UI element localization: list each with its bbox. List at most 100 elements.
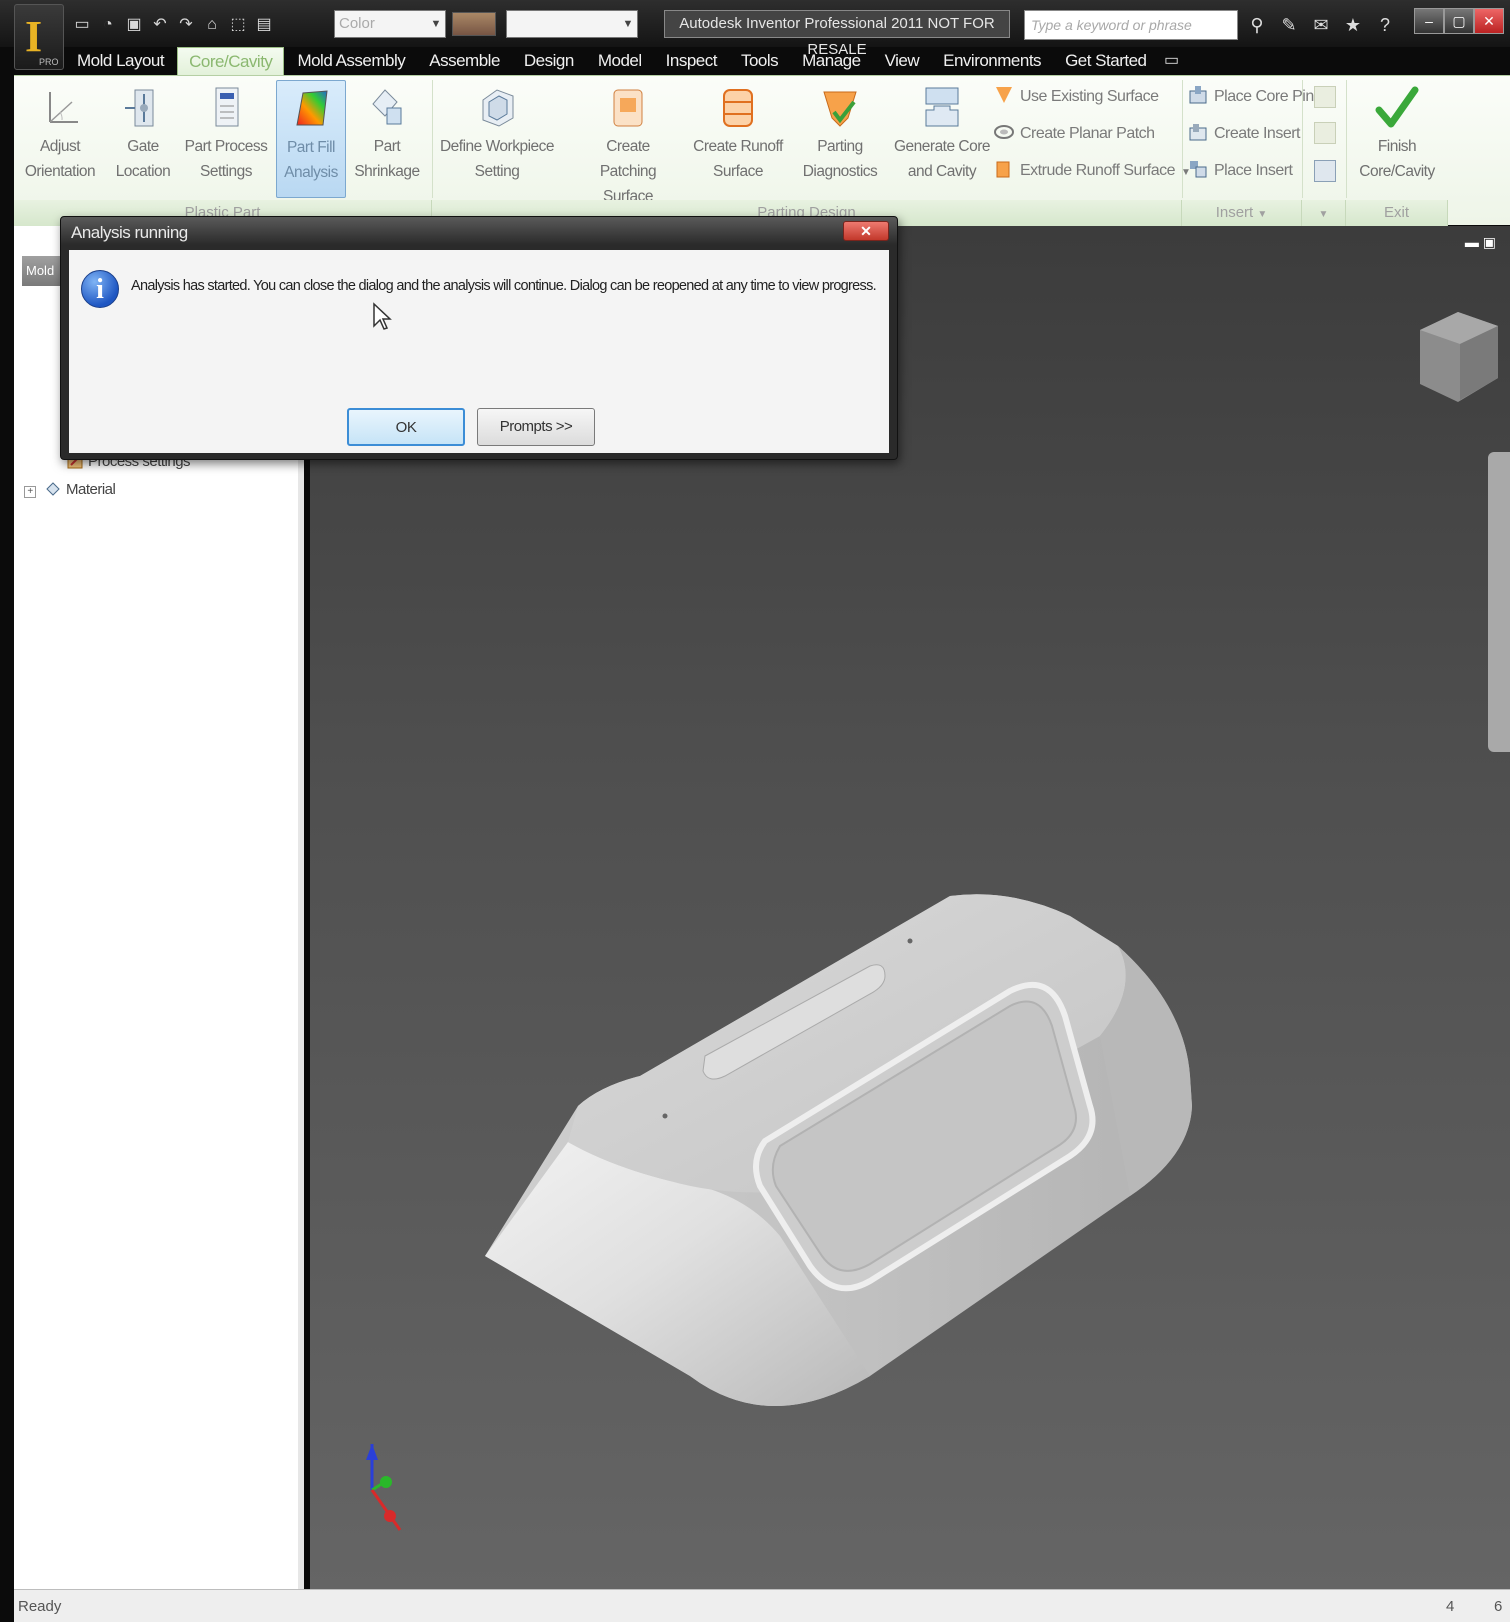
material-icon [46,482,60,496]
runoff-surface-icon [723,89,753,127]
parting-diagnostics-icon [823,91,857,127]
dialog-close-button[interactable]: ✕ [843,221,889,241]
tab-assemble[interactable]: Assemble [418,47,511,75]
create-planar-patch-button[interactable]: Create Planar Patch [994,119,1155,149]
place-insert-icon [1190,161,1207,178]
star-icon[interactable]: ★ [1340,12,1366,38]
planar-patch-icon [994,125,1014,139]
create-insert-icon [1189,124,1207,141]
communication-icon[interactable]: ✉ [1308,12,1334,38]
wrench-icon[interactable]: ✎ [1276,12,1302,38]
binoculars-icon[interactable]: ⚲ [1244,12,1270,38]
define-workpiece-button[interactable]: Define Workpiece Setting [438,80,556,198]
prompts-button[interactable]: Prompts >> [477,408,595,446]
help-icon[interactable]: ? [1372,12,1398,38]
table-icon[interactable] [1314,160,1336,182]
finish-label-2: Core/Cavity [1359,163,1435,180]
appearance-icon[interactable] [452,12,496,36]
mold-tool-icon[interactable] [1314,86,1336,108]
place-core-pin-button[interactable]: Place Core Pin [1188,82,1314,112]
axis-orientation-icon [49,92,78,123]
search-input[interactable]: Type a keyword or phrase [1024,10,1238,40]
video-icon[interactable]: ▭ [1160,47,1184,75]
create-runoff-surface-button[interactable]: Create Runoff Surface [688,80,788,198]
use-existing-surface-button[interactable]: Use Existing Surface [994,82,1159,112]
part-fill-analysis-button[interactable]: Part Fill Analysis [276,80,346,198]
group-exit: Exit [1346,200,1448,226]
gate-location-button[interactable]: Gate Location [106,80,180,198]
maximize-button[interactable]: ▢ [1444,8,1474,34]
part-shrinkage-label-2: Shrinkage [354,163,420,180]
expand-icon[interactable]: + [24,486,36,498]
extrude-runoff-surface-label: Extrude Runoff Surface [1020,162,1176,179]
tab-view[interactable]: View [874,47,931,75]
color-combo-value: Color [339,15,375,32]
core-cavity-icon [925,87,959,127]
app-logo-icon: I [25,12,43,61]
dialog-body: i Analysis has started. You can close th… [69,250,889,453]
adjust-orientation-button[interactable]: Adjust Orientation [20,80,100,198]
open-icon[interactable]: ◔ [98,15,118,35]
group-more[interactable]: ▼ [1302,200,1346,226]
parting-diagnostics-button[interactable]: Parting Diagnostics [794,80,886,198]
create-planar-patch-label: Create Planar Patch [1020,125,1155,142]
tab-design[interactable]: Design [513,47,585,75]
part-process-settings-button[interactable]: Part Process Settings [184,80,268,198]
close-button[interactable]: ✕ [1474,8,1504,34]
core-pin-icon [1189,86,1207,104]
select-icon[interactable]: ⬚ [228,15,248,35]
status-text: Ready [18,1598,62,1615]
place-insert-label: Place Insert [1214,162,1293,179]
checkmark-icon [1375,86,1419,128]
plate-tool-icon[interactable] [1314,122,1336,144]
analysis-running-dialog[interactable]: Analysis running ✕ i Analysis has starte… [60,216,898,460]
tab-tools[interactable]: Tools [730,47,789,75]
browser-header[interactable]: Mold [22,256,62,286]
part-shrinkage-button[interactable]: Part Shrinkage [350,80,424,198]
define-workpiece-label-1: Define Workpiece [439,138,555,155]
tab-environments[interactable]: Environments [932,47,1052,75]
extrude-runoff-surface-button[interactable]: Extrude Runoff Surface ▼ [994,156,1191,186]
tree-item-material[interactable]: + Material [24,480,116,498]
tab-inspect[interactable]: Inspect [655,47,728,75]
generate-core-label-2: and Cavity [907,163,977,180]
title-bar: ▭ ◔ ▣ ↶ ↷ ⌂ ⬚ ▤ Color ▼ ▼ Autodesk Inven… [0,0,1510,58]
gate-location-label-1: Gate [127,138,159,155]
tree-item-label: Material [66,481,116,498]
color-combo[interactable]: Color ▼ [334,10,446,38]
place-core-pin-label: Place Core Pin [1214,88,1314,105]
view-cube-icon[interactable] [1410,300,1500,420]
create-runoff-label-1: Create Runoff [693,138,783,155]
style-combo[interactable]: ▼ [506,10,638,38]
adjust-orientation-label-1: Adjust [39,138,81,155]
tab-model[interactable]: Model [587,47,653,75]
tab-core-cavity[interactable]: Core/Cavity [177,47,285,75]
home-icon[interactable]: ⌂ [202,15,222,35]
properties-icon[interactable]: ▤ [254,15,274,35]
tab-mold-layout[interactable]: Mold Layout [66,47,175,75]
part-shrinkage-label-1: Part [373,138,401,155]
minimize-button[interactable]: – [1414,8,1444,34]
quick-access-toolbar: ▭ ◔ ▣ ↶ ↷ ⌂ ⬚ ▤ [72,12,274,38]
edition-label: PRO [39,57,59,67]
new-icon[interactable]: ▭ [72,15,92,35]
generate-core-cavity-button[interactable]: Generate Core and Cavity [892,80,992,198]
process-settings-icon [215,87,239,127]
group-insert[interactable]: Insert ▼ [1182,200,1302,226]
finish-core-cavity-button[interactable]: Finish Core/Cavity [1354,80,1440,198]
tab-manage[interactable]: Manage [791,47,871,75]
tab-get-started[interactable]: Get Started [1054,47,1157,75]
redo-icon[interactable]: ↷ [176,15,196,35]
save-icon[interactable]: ▣ [124,15,144,35]
create-insert-button[interactable]: Create Insert [1188,119,1300,149]
application-menu-button[interactable]: I PRO [14,4,64,70]
patching-surface-icon [613,89,643,127]
tab-mold-assembly[interactable]: Mold Assembly [286,47,416,75]
place-insert-button[interactable]: Place Insert [1188,156,1293,186]
ok-button[interactable]: OK [347,408,465,446]
chevron-down-icon: ▼ [430,18,442,30]
create-patching-surface-button[interactable]: Create Patching Surface [574,80,682,205]
undo-icon[interactable]: ↶ [150,15,170,35]
chevron-down-icon: ▼ [1257,209,1268,220]
axis-triad-icon [366,1444,402,1531]
